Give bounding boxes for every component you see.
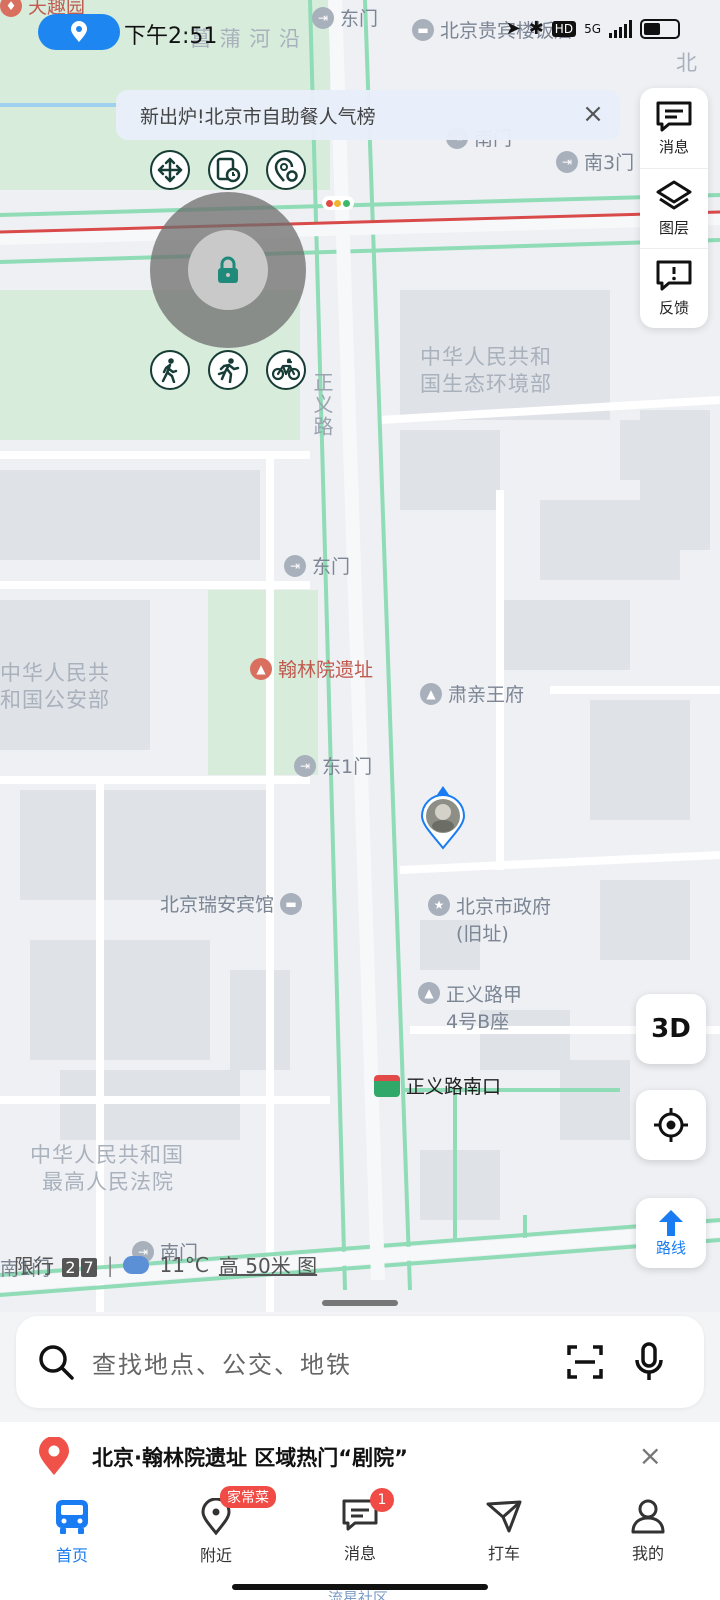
poi-zhengyi4[interactable]: ▲ 正义路甲 4号B座 [418, 980, 522, 1034]
lock-icon [218, 256, 238, 283]
building-icon: ▲ [418, 982, 440, 1004]
location-pill[interactable] [38, 14, 120, 50]
joystick-knob[interactable] [188, 230, 268, 310]
walk-mode-button[interactable] [150, 350, 190, 390]
weather-cloud-icon [123, 1255, 150, 1274]
side-item-layers[interactable]: 图层 [640, 168, 708, 248]
message-icon [656, 101, 692, 131]
search-input[interactable]: 查找地点、公交、地铁 [92, 1345, 352, 1380]
signal-icon [609, 19, 632, 38]
user-location-marker[interactable] [418, 786, 468, 850]
traffic-light-icon [322, 196, 354, 210]
battery-icon [640, 18, 680, 39]
bus-stop-icon [374, 1074, 400, 1097]
crosshair-icon [654, 1108, 688, 1142]
poi-gov-old[interactable]: ★ 北京市政府 (旧址) [428, 892, 551, 946]
poi-ruian-hotel[interactable]: ▬ 北京瑞安宾馆 [160, 890, 303, 917]
side-item-feedback[interactable]: 反馈 [640, 248, 708, 328]
walk-icon [161, 358, 178, 383]
move-arrows-icon [157, 157, 183, 183]
bike-icon [272, 358, 300, 381]
map-scale: 高 50米 图 [218, 1254, 318, 1278]
tab-taxi[interactable]: 打车 [432, 1482, 576, 1600]
search-icon [39, 1345, 74, 1380]
gate-icon: ⇥ [284, 554, 306, 577]
hotel-icon: ▬ [280, 892, 303, 915]
sheet-drag-handle[interactable] [322, 1300, 398, 1306]
taxi-arrow-icon [486, 1500, 522, 1533]
area-label-court: 中华人民共和国 最高人民法院 [30, 1143, 184, 1194]
joystick-pad[interactable] [150, 192, 306, 348]
scan-icon[interactable] [566, 1344, 604, 1380]
status-icons: ➤ ✱ HD 5G [506, 18, 680, 39]
microphone-icon[interactable] [634, 1342, 664, 1382]
home-indicator[interactable] [232, 1584, 488, 1590]
navigation-arrow-icon: ➤ [505, 18, 521, 39]
promo-banner[interactable]: 新出炉!北京市自助餐人气榜 × [116, 90, 620, 140]
location-pin-red-icon [39, 1437, 69, 1475]
side-item-message[interactable]: 消息 [640, 88, 708, 168]
poi-suqinwangfu[interactable]: ▲ 肃亲王府 [420, 680, 524, 707]
map-tools-panel: 消息 图层 反馈 [640, 88, 708, 328]
route-button[interactable]: 路线 [636, 1198, 706, 1268]
tab-messages[interactable]: 消息 1 [288, 1482, 432, 1600]
location-arrow-icon [420, 786, 466, 850]
network-type: 5G [584, 21, 601, 36]
feedback-icon [656, 260, 692, 291]
location-gear-icon [274, 157, 298, 182]
close-icon[interactable]: × [639, 1442, 662, 1470]
run-icon [217, 358, 240, 383]
user-icon [631, 1499, 665, 1534]
close-icon[interactable]: × [580, 101, 606, 128]
run-mode-button[interactable] [208, 350, 248, 390]
map-info-bar: 限行 27 | 11°C 高 50米 图 [14, 1250, 317, 1279]
star-icon: ★ [428, 894, 450, 916]
status-time: 下午2:51 [124, 24, 218, 49]
tab-nearby[interactable]: 附近 家常菜 [144, 1482, 288, 1600]
temperature-text: 11°C [159, 1252, 209, 1277]
bluetooth-icon: ✱ [528, 18, 544, 39]
messages-badge: 1 [370, 1488, 394, 1512]
gate-icon: ⇥ [556, 150, 578, 173]
history-route-button[interactable] [208, 150, 248, 190]
tab-home[interactable]: 首页 [0, 1482, 144, 1600]
bottom-tab-bar: 首页 附近 家常菜 消息 1 打车 我的 [0, 1482, 720, 1600]
banner-text: 新出炉!北京市自助餐人气榜 [140, 105, 376, 128]
history-icon [216, 157, 241, 183]
bus-icon [56, 1500, 88, 1534]
poi-nan3men[interactable]: ⇥ 南3门 [556, 148, 634, 175]
tab-profile[interactable]: 我的 [576, 1482, 720, 1600]
area-label-security: 中华人民共 和国公安部 [0, 661, 110, 712]
poi-bus-stop[interactable]: 正义路南口 [374, 1072, 501, 1099]
move-control-button[interactable] [150, 150, 190, 190]
temple-icon: ▲ [420, 682, 442, 705]
nearby-badge: 家常菜 [220, 1486, 276, 1508]
poi-dongmen-mid[interactable]: ⇥ 东门 [284, 552, 350, 579]
3d-toggle-button[interactable]: 3D [636, 994, 706, 1064]
road-label-zhengyilu: 正义路 [310, 372, 334, 438]
poi-hanlinyuan[interactable]: ▲ 翰林院遗址 [250, 655, 373, 682]
location-settings-button[interactable] [266, 150, 306, 190]
status-bar: 下午2:51 ➤ ✱ HD 5G [0, 0, 720, 64]
bike-mode-button[interactable] [266, 350, 306, 390]
location-pin-icon [71, 21, 87, 42]
hd-icon: HD [551, 20, 577, 37]
route-arrow-icon [659, 1209, 683, 1236]
landmark-icon: ▲ [250, 657, 272, 680]
layers-icon [656, 180, 692, 210]
gate-icon: ⇥ [294, 754, 316, 777]
poi-dong1men[interactable]: ⇥ 东1门 [294, 752, 372, 779]
map-view[interactable]: 菖 蒲 河 沿 北 中华人民共和 国生态环境部 中华人民共 和国公安部 中华人民共和… [0, 0, 720, 1320]
hot-tip-text: 北京·翰林院遗址 区域热门“剧院” [92, 1446, 408, 1470]
area-label-ecology: 中华人民共和 国生态环境部 [420, 345, 552, 396]
search-bar[interactable]: 查找地点、公交、地铁 [16, 1316, 704, 1408]
restriction-info: 限行 27 [14, 1250, 97, 1279]
locate-me-button[interactable] [636, 1090, 706, 1160]
